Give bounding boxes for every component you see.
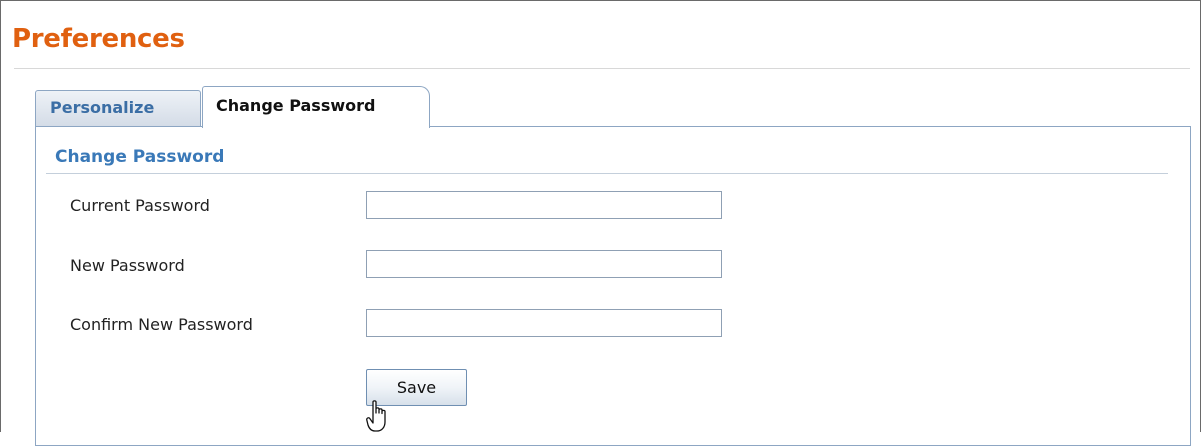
tab-change-password[interactable]: Change Password <box>202 86 430 128</box>
confirm-new-password-input[interactable] <box>366 309 722 337</box>
tab-personalize[interactable]: Personalize <box>35 90 201 126</box>
tab-personalize-label: Personalize <box>50 98 155 117</box>
section-title: Change Password <box>55 147 225 167</box>
page-title: Preferences <box>12 24 185 54</box>
section-divider <box>46 173 1168 174</box>
change-password-panel: Change Password Current Password New Pas… <box>35 126 1191 446</box>
title-divider <box>14 68 1190 69</box>
current-password-label: Current Password <box>70 196 210 215</box>
new-password-label: New Password <box>70 256 185 275</box>
confirm-new-password-label: Confirm New Password <box>70 315 253 334</box>
current-password-input[interactable] <box>366 191 722 219</box>
tab-change-password-label: Change Password <box>216 96 376 115</box>
hand-pointer-icon <box>366 400 386 432</box>
new-password-input[interactable] <box>366 250 722 278</box>
